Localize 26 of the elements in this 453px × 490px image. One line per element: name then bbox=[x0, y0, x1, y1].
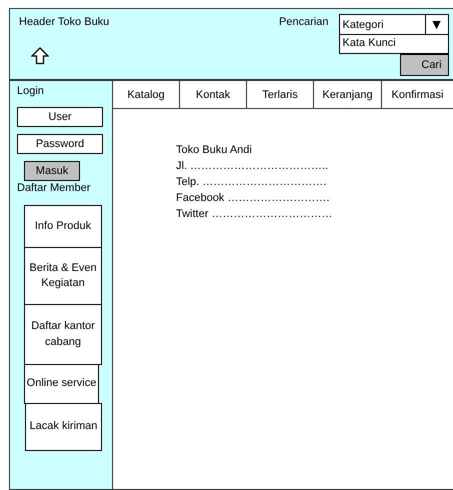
contact-line: Jl. ……………………………….. bbox=[176, 159, 328, 174]
sidebar-title: Login bbox=[17, 85, 44, 97]
contact-line: Twitter …………………………… bbox=[176, 207, 332, 222]
sidebar-menu-item[interactable]: Online service bbox=[24, 364, 99, 404]
sidebar-menu-item[interactable]: Daftar kantor cabang bbox=[24, 304, 102, 365]
contact-line: Toko Buku Andi bbox=[176, 143, 252, 158]
nav-tab[interactable]: Katalog bbox=[113, 81, 180, 108]
search-button[interactable]: Cari bbox=[400, 54, 449, 76]
nav-tab[interactable]: Keranjang bbox=[314, 81, 382, 108]
header-title: Header Toko Buku bbox=[19, 16, 110, 28]
register-link[interactable]: Daftar Member bbox=[17, 182, 90, 194]
up-arrow-icon[interactable] bbox=[31, 47, 49, 65]
category-dropdown[interactable]: Kategori ▼ bbox=[338, 14, 449, 35]
user-field[interactable]: User bbox=[17, 107, 103, 127]
sidebar-menu-item[interactable]: Lacak kiriman bbox=[25, 403, 102, 451]
password-field[interactable]: Password bbox=[17, 134, 103, 154]
contact-line: Telp. ……………………………. bbox=[176, 175, 326, 190]
nav-tab[interactable]: Konfirmasi bbox=[382, 81, 453, 108]
search-label: Pencarian bbox=[279, 16, 329, 28]
keyword-field[interactable]: Kata Kunci bbox=[338, 35, 449, 54]
sidebar-menu-item[interactable]: Berita & Even Kegiatan bbox=[24, 247, 102, 305]
nav-tab[interactable]: Kontak bbox=[180, 81, 247, 108]
nav-tab[interactable]: Terlaris bbox=[247, 81, 314, 108]
sidebar-menu-item[interactable]: Info Produk bbox=[24, 205, 102, 248]
contact-line: Facebook ………………………. bbox=[176, 191, 330, 206]
login-button[interactable]: Masuk bbox=[24, 161, 80, 181]
